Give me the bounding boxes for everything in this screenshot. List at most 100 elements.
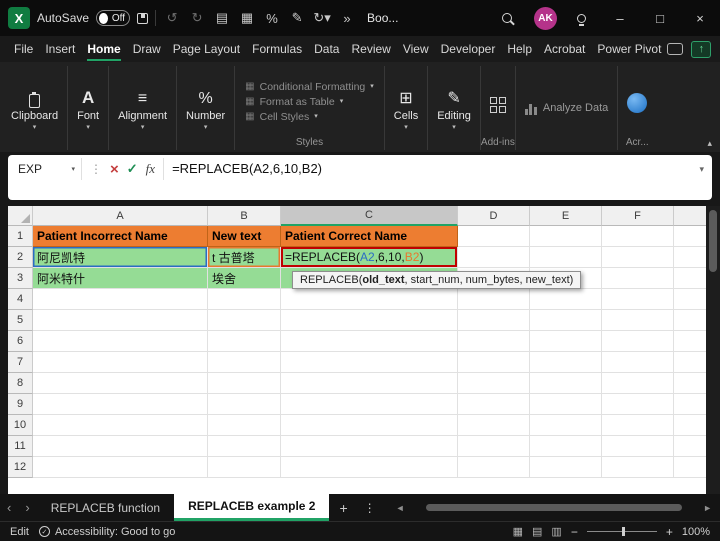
menu-item-formulas[interactable]: Formulas	[246, 36, 308, 62]
cell-E4[interactable]	[530, 289, 602, 310]
sheet-options-icon[interactable]: ⋮	[358, 501, 382, 515]
ribbon-cell-styles[interactable]: ▦Cell Styles▾	[245, 111, 374, 123]
formula-input[interactable]: =REPLACEB(A2,6,10,B2)	[172, 158, 691, 180]
cell-D4[interactable]	[458, 289, 530, 310]
menu-item-review[interactable]: Review	[345, 36, 396, 62]
cell-A5[interactable]	[33, 310, 208, 331]
ribbon-acrobat[interactable]: Acr...	[618, 66, 656, 150]
row-header-2[interactable]: 2	[8, 247, 33, 268]
row-header-11[interactable]: 11	[8, 436, 33, 457]
cell-F2[interactable]	[602, 247, 674, 268]
cell-C1[interactable]: Patient Correct Name	[281, 226, 458, 247]
cell-E9[interactable]	[530, 394, 602, 415]
save-icon[interactable]	[137, 13, 148, 24]
zoom-slider-knob[interactable]	[622, 527, 625, 536]
cell-E8[interactable]	[530, 373, 602, 394]
cell-E10[interactable]	[530, 415, 602, 436]
menu-item-data[interactable]: Data	[308, 36, 345, 62]
cell-F1[interactable]	[602, 226, 674, 247]
ribbon-number[interactable]: % Number ▾	[177, 66, 235, 150]
scroll-right-icon[interactable]: ►	[699, 503, 716, 513]
row-header-7[interactable]: 7	[8, 352, 33, 373]
maximize-button[interactable]: □	[640, 0, 680, 36]
page-layout-view-icon[interactable]: ▤	[532, 525, 542, 538]
row-header-9[interactable]: 9	[8, 394, 33, 415]
cell-C8[interactable]	[281, 373, 458, 394]
menu-item-power-pivot[interactable]: Power Pivot	[591, 36, 667, 62]
cell-A3[interactable]: 阿米特什	[33, 268, 208, 289]
cell-F3[interactable]	[602, 268, 674, 289]
cell-B2[interactable]: t 古普塔	[208, 247, 281, 268]
ribbon-font[interactable]: A Font ▾	[68, 66, 109, 150]
vertical-scrollbar[interactable]	[706, 206, 720, 494]
enter-icon[interactable]: ✓	[127, 158, 138, 180]
number-format-icon[interactable]: %	[263, 11, 281, 26]
name-box[interactable]: EXP ▾	[16, 158, 82, 180]
cell-D9[interactable]	[458, 394, 530, 415]
row-header-1[interactable]: 1	[8, 226, 33, 247]
cell-E5[interactable]	[530, 310, 602, 331]
menu-item-acrobat[interactable]: Acrobat	[538, 36, 591, 62]
menu-item-draw[interactable]: Draw	[127, 36, 167, 62]
close-button[interactable]: ×	[680, 0, 720, 36]
accessibility-status[interactable]: ✓ Accessibility: Good to go	[39, 526, 175, 538]
cell-D10[interactable]	[458, 415, 530, 436]
menu-item-page-layout[interactable]: Page Layout	[167, 36, 246, 62]
ribbon-clipboard[interactable]: Clipboard ▾	[2, 66, 68, 150]
cell-C12[interactable]	[281, 457, 458, 478]
collapse-ribbon-icon[interactable]: ▴	[707, 138, 712, 149]
cell-A7[interactable]	[33, 352, 208, 373]
cell-A10[interactable]	[33, 415, 208, 436]
column-header-c[interactable]: C	[281, 206, 458, 226]
row-header-3[interactable]: 3	[8, 268, 33, 289]
cell-A12[interactable]	[33, 457, 208, 478]
ribbon-conditional-formatting[interactable]: ▦Conditional Formatting▾	[245, 81, 374, 93]
cell-A11[interactable]	[33, 436, 208, 457]
cell-B3[interactable]: 埃舍	[208, 268, 281, 289]
cell-F7[interactable]	[602, 352, 674, 373]
cell-F6[interactable]	[602, 331, 674, 352]
more-commands-icon[interactable]: »	[338, 11, 356, 26]
menu-item-view[interactable]: View	[397, 36, 435, 62]
ribbon-editing[interactable]: ✎ Editing ▾	[428, 66, 481, 150]
minimize-button[interactable]: –	[600, 0, 640, 36]
cell-B11[interactable]	[208, 436, 281, 457]
formula-bar-expand-icon[interactable]: ▾	[699, 158, 704, 180]
zoom-in-icon[interactable]: +	[666, 525, 673, 539]
row-header-6[interactable]: 6	[8, 331, 33, 352]
ribbon-format-as-table[interactable]: ▦Format as Table▾	[245, 96, 374, 108]
column-header-b[interactable]: B	[208, 206, 281, 226]
cell-B12[interactable]	[208, 457, 281, 478]
comments-icon[interactable]	[667, 43, 683, 55]
scroll-left-icon[interactable]: ◄	[392, 503, 409, 513]
cell-A2[interactable]: 阿尼凯特	[33, 247, 208, 268]
cell-D1[interactable]	[458, 226, 530, 247]
refresh-icon[interactable]: ↻▾	[313, 10, 331, 26]
format-painter-icon[interactable]: ✎	[288, 10, 306, 26]
cell-A1[interactable]: Patient Incorrect Name	[33, 226, 208, 247]
column-header-f[interactable]: F	[602, 206, 674, 226]
cell-A4[interactable]	[33, 289, 208, 310]
cell-F4[interactable]	[602, 289, 674, 310]
page-break-view-icon[interactable]: ▥	[551, 525, 561, 538]
cell-F9[interactable]	[602, 394, 674, 415]
select-all-corner[interactable]	[8, 206, 33, 226]
menu-item-help[interactable]: Help	[501, 36, 538, 62]
sheet-grid[interactable]: REPLACEB(old_text, start_num, num_bytes,…	[8, 206, 706, 494]
lightbulb-icon[interactable]	[577, 14, 586, 23]
cell-E11[interactable]	[530, 436, 602, 457]
cell-A6[interactable]	[33, 331, 208, 352]
cell-B7[interactable]	[208, 352, 281, 373]
cell-D8[interactable]	[458, 373, 530, 394]
ribbon-cells[interactable]: ⊞ Cells ▾	[385, 66, 428, 150]
picture-icon[interactable]: ▦	[238, 10, 256, 26]
cell-D12[interactable]	[458, 457, 530, 478]
column-header-d[interactable]: D	[458, 206, 530, 226]
row-header-5[interactable]: 5	[8, 310, 33, 331]
cell-F8[interactable]	[602, 373, 674, 394]
cell-E7[interactable]	[530, 352, 602, 373]
normal-view-icon[interactable]: ▦	[513, 525, 523, 538]
redo-icon[interactable]: ↻	[188, 10, 206, 26]
cell-D5[interactable]	[458, 310, 530, 331]
zoom-slider[interactable]	[587, 531, 657, 532]
